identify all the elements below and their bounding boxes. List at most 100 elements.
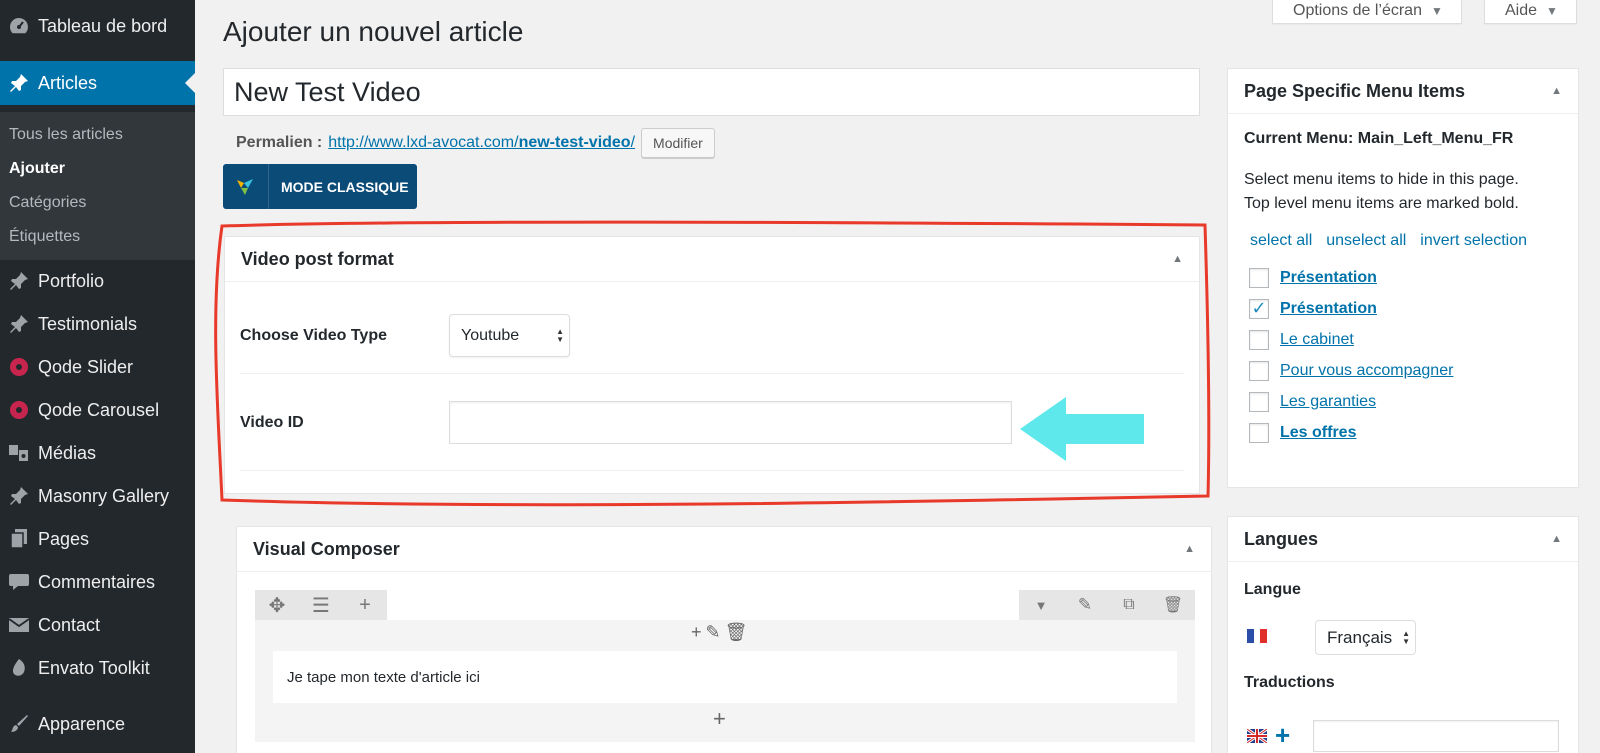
brush-icon [0,713,38,735]
move-icon[interactable]: ✥ [255,590,299,620]
page-title: Ajouter un nouvel article [223,16,524,47]
classic-mode-label: MODE CLASSIQUE [281,178,409,195]
vc-text-block[interactable]: Je tape mon texte d'article ici [273,651,1177,703]
help-button[interactable]: Aide ▼ [1484,0,1577,24]
psm-box-title: Page Specific Menu Items [1244,80,1466,101]
sidebar-item-pages[interactable]: Pages [0,518,195,560]
sidebar-item-articles[interactable]: Articles [0,61,195,105]
post-title-input[interactable] [223,68,1200,116]
sidebar-item-label: Portfolio [38,270,105,291]
toggle-row-icon[interactable]: ▼ [1019,590,1063,620]
active-indicator [185,73,195,93]
add-element-icon[interactable]: + [691,622,702,643]
sidebar-item-label: Qode Slider [38,356,134,377]
add-column-icon[interactable]: + [343,590,387,620]
langue-label: Langue [1244,581,1301,598]
sidebar-item-label: Tableau de bord [38,15,168,36]
sidebar-item-testimonials[interactable]: Testimonials [0,303,195,345]
collapse-caret-icon[interactable]: ▲ [1551,85,1562,97]
vc-box-title: Visual Composer [253,538,400,559]
submenu-categories[interactable]: Catégories [0,186,195,220]
pages-icon [0,528,38,550]
pin-icon [0,485,38,507]
psm-description: Select menu items to hide in this page. … [1244,168,1562,216]
sidebar-item-label: Apparence [38,713,126,734]
translation-input[interactable] [1313,720,1559,752]
menu-item-link[interactable]: Présentation [1280,269,1377,287]
clone-row-icon[interactable]: ⧉ [1107,590,1151,620]
lang-box-title: Langues [1244,528,1319,549]
menu-item-checkbox[interactable] [1249,360,1269,381]
menu-item-link[interactable]: Le cabinet [1280,331,1354,349]
menu-item-link[interactable]: Les offres [1280,424,1356,442]
unselect-all-link[interactable]: unselect all [1326,232,1406,250]
collapse-caret-icon[interactable]: ▲ [1551,533,1562,545]
select-all-link[interactable]: select all [1250,232,1312,250]
row-layout-icon[interactable]: ☰ [299,590,343,620]
submenu-all-articles[interactable]: Tous les articles [0,118,195,152]
sidebar-item-contact[interactable]: Contact [0,604,195,646]
edit-row-icon[interactable]: ✎ [1063,590,1107,620]
checkmark-icon: ✓ [1251,298,1267,318]
sidebar-item-label: Contact [38,614,101,635]
language-value: Français [1327,627,1393,647]
sidebar-item-masonry-gallery[interactable]: Masonry Gallery [0,475,195,517]
delete-row-icon[interactable]: 🗑 [1151,590,1195,620]
vc-box-header[interactable]: Visual Composer ▲ [237,527,1211,572]
edit-element-icon[interactable]: ✎ [706,622,721,643]
menu-item-checkbox[interactable] [1249,422,1269,443]
delete-element-icon[interactable]: 🗑 [725,622,748,643]
list-item: Présentation [1244,262,1562,293]
sidebar-item-label: Envato Toolkit [38,657,150,678]
sidebar-item-medias[interactable]: Médias [0,432,195,474]
sidebar-item-dashboard[interactable]: Tableau de bord [0,5,195,47]
modify-permalink-button[interactable]: Modifier [641,128,715,158]
permalink-link[interactable]: http://www.lxd-avocat.com/new-test-video… [328,134,635,152]
sidebar-item-label: Commentaires [38,571,156,592]
page-specific-menu-box: Page Specific Menu Items ▲ Current Menu:… [1227,68,1579,488]
list-item: ✓ Présentation [1244,293,1562,324]
sidebar-item-label: Testimonials [38,313,138,334]
pin-icon [0,72,38,94]
sidebar-item-appearance[interactable]: Apparence [0,703,195,745]
articles-submenu: Tous les articles Ajouter Catégories Éti… [0,112,195,260]
permalink-label: Permalien : [236,134,323,151]
invert-selection-link[interactable]: invert selection [1420,232,1527,250]
sidebar-item-label: Médias [38,442,97,463]
menu-item-checkbox[interactable] [1249,329,1269,350]
sidebar-item-label: Articles [38,72,98,93]
menu-item-checkbox[interactable] [1249,267,1269,288]
language-select[interactable]: Français ▲ ▼ [1315,620,1416,655]
menu-item-link[interactable]: Les garanties [1280,393,1376,411]
caret-down-icon: ▼ [1546,3,1558,18]
psm-desc-line: Select menu items to hide in this page. [1244,171,1519,188]
menu-item-checkbox[interactable]: ✓ [1249,298,1269,319]
sidebar-item-envato-toolkit[interactable]: Envato Toolkit [0,647,195,689]
translations-label: Traductions [1244,674,1335,691]
qode-icon [0,401,38,419]
pin-icon [0,313,38,335]
sidebar-item-comments[interactable]: Commentaires [0,561,195,603]
lang-box-header[interactable]: Langues ▲ [1228,517,1578,562]
sidebar-item-qode-slider[interactable]: Qode Slider [0,346,195,388]
list-item: Les offres [1244,417,1562,448]
qode-icon [0,358,38,376]
menu-item-link[interactable]: Présentation [1280,300,1377,318]
psm-item-list: Présentation ✓ Présentation Le cabinet P… [1244,262,1562,448]
screen-options-button[interactable]: Options de l’écran ▼ [1272,0,1462,24]
add-element-icon[interactable]: + [713,706,726,732]
classic-mode-button[interactable]: MODE CLASSIQUE [223,164,417,209]
sidebar-item-portfolio[interactable]: Portfolio [0,260,195,302]
psm-body: Current Menu: Main_Left_Menu_FR Select m… [1228,114,1578,460]
submenu-tags[interactable]: Étiquettes [0,220,195,254]
submenu-add[interactable]: Ajouter [0,152,195,186]
languages-box: Langues ▲ Langue Français ▲ ▼ Traductions… [1227,516,1579,753]
add-translation-icon[interactable]: + [1275,721,1290,749]
screen-options-label: Options de l’écran [1293,1,1422,19]
collapse-caret-icon[interactable]: ▲ [1184,543,1195,555]
list-item: Les garanties [1244,386,1562,417]
menu-item-link[interactable]: Pour vous accompagner [1280,362,1453,380]
menu-item-checkbox[interactable] [1249,391,1269,412]
sidebar-item-qode-carousel[interactable]: Qode Carousel [0,389,195,431]
psm-box-header[interactable]: Page Specific Menu Items ▲ [1228,69,1578,114]
